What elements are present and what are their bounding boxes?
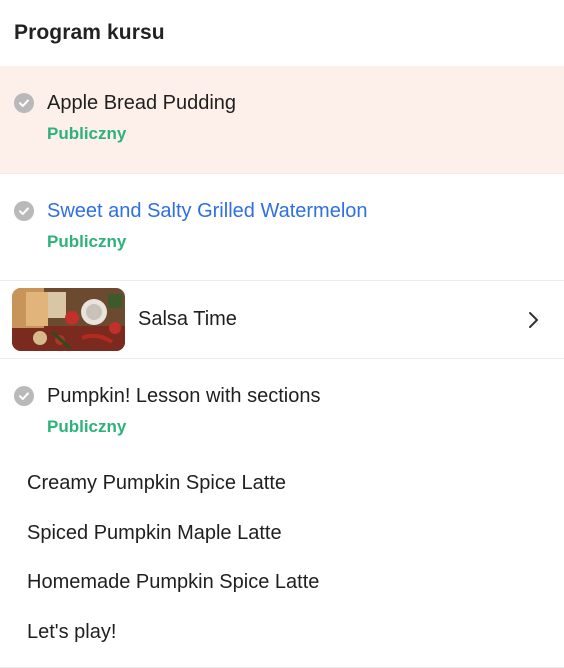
lesson-title-link[interactable]: Sweet and Salty Grilled Watermelon [47,198,368,224]
lesson-thumbnail [12,288,125,351]
lesson-sections: Creamy Pumpkin Spice Latte Spiced Pumpki… [0,437,564,667]
status-badge: Publiczny [47,417,127,436]
check-circle-icon [14,386,34,406]
lesson-item-pumpkin[interactable]: Pumpkin! Lesson with sections Publiczny … [0,359,564,668]
section-item[interactable]: Let's play! [0,608,564,658]
section-item[interactable]: Creamy Pumpkin Spice Latte [0,459,564,509]
check-circle-icon [14,93,34,113]
lesson-item-apple-bread-pudding[interactable]: Apple Bread Pudding Publiczny [0,66,564,174]
course-program-header: Program kursu [0,0,564,66]
lesson-title: Salsa Time [138,308,237,330]
status-badge: Publiczny [47,232,127,251]
lesson-item-grilled-watermelon[interactable]: Sweet and Salty Grilled Watermelon Publi… [0,174,564,281]
lesson-title: Pumpkin! Lesson with sections [47,385,321,407]
check-circle-icon [14,201,34,221]
section-item[interactable]: Homemade Pumpkin Spice Latte [0,558,564,608]
chevron-right-icon[interactable] [522,308,546,332]
lesson-title: Apple Bread Pudding [47,92,237,114]
page-title: Program kursu [14,21,165,44]
section-item[interactable]: Spiced Pumpkin Maple Latte [0,509,564,559]
status-badge: Publiczny [47,124,127,143]
lesson-item-salsa-time[interactable]: Salsa Time [0,281,564,359]
